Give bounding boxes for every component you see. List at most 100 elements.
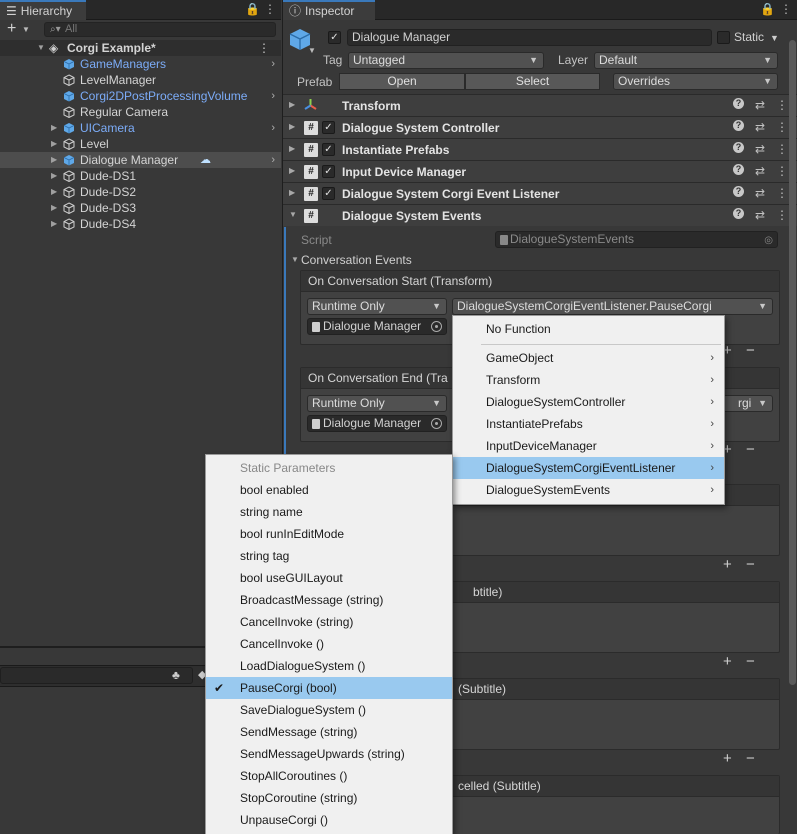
object-picker-icon[interactable] [431,418,442,429]
project-search-input[interactable] [0,667,193,684]
menu-item-corgi-event-listener[interactable]: DialogueSystemCorgiEventListener › [453,457,724,479]
menu-item-bool-runineditmode[interactable]: bool runInEditMode [206,523,452,545]
component-dialogue-system-events[interactable]: ▼ # Dialogue System Events ? ⇄ ⋮ [283,204,797,226]
menu-item-instantiateprefabs[interactable]: InstantiatePrefabs › [453,413,724,435]
menu-item-pausecorgi[interactable]: ✔ PauseCorgi (bool) [206,677,452,699]
hierarchy-item-level[interactable]: ▶ Level [0,136,281,152]
hierarchy-item-gamemanagers[interactable]: GameManagers › [0,56,281,72]
component-transform[interactable]: ▶ Transform ? ⇄ ⋮ [283,94,797,116]
expand-arrow-icon[interactable]: ▼ [37,40,45,56]
chevron-right-icon[interactable]: › [271,152,275,168]
kebab-menu-icon[interactable]: ⋮ [264,2,276,16]
collapse-arrow-icon[interactable]: ▶ [289,166,295,175]
hierarchy-item-dude-ds2[interactable]: ▶ Dude-DS2 [0,184,281,200]
help-icon[interactable]: ? [732,142,744,153]
component-enabled-checkbox[interactable]: ✓ [322,143,335,156]
component-instantiate-prefabs[interactable]: ▶ # ✓ Instantiate Prefabs ? ⇄ ⋮ [283,138,797,160]
hierarchy-item-dialogue-manager[interactable]: ▶ Dialogue Manager ☁ › [0,152,281,168]
object-picker-icon[interactable]: ◎ [764,233,773,247]
collapse-arrow-icon[interactable]: ▶ [289,100,295,109]
component-enabled-checkbox[interactable]: ✓ [322,165,335,178]
expand-arrow-icon[interactable]: ▼ [291,255,299,264]
icon-dropdown-caret-icon[interactable]: ▼ [308,46,316,55]
prefab-open-button[interactable]: Open [339,73,465,90]
menu-item-loaddialoguesystem[interactable]: LoadDialogueSystem () [206,655,452,677]
hierarchy-item-dude-ds4[interactable]: ▶ Dude-DS4 [0,216,281,232]
presets-icon[interactable]: ⇄ [755,142,765,156]
collapse-arrow-icon[interactable]: ▶ [51,200,57,216]
expand-arrow-icon[interactable]: ▼ [289,210,297,219]
remove-listener-button[interactable]: − [746,750,755,767]
inspector-tab[interactable]: ⓘ Inspector [283,0,375,20]
help-icon[interactable]: ? [732,98,744,109]
collapse-arrow-icon[interactable]: ▶ [51,136,57,152]
static-dropdown-caret-icon[interactable]: ▼ [770,33,779,43]
collapse-arrow-icon[interactable]: ▶ [289,188,295,197]
inspector-lock-icon[interactable]: 🔒 [760,2,775,16]
hierarchy-search-input[interactable]: ⌕▾ All [44,22,276,37]
target-object-field[interactable]: Dialogue Manager [307,415,447,432]
menu-item-broadcastmessage[interactable]: BroadcastMessage (string) [206,589,452,611]
chevron-right-icon[interactable]: › [271,120,275,136]
collapse-arrow-icon[interactable]: ▶ [51,184,57,200]
menu-item-dialoguesystemcontroller[interactable]: DialogueSystemController › [453,391,724,413]
collapse-arrow-icon[interactable]: ▶ [51,152,57,168]
menu-item-cancelinvoke[interactable]: CancelInvoke () [206,633,452,655]
add-listener-button[interactable]: + [723,750,732,767]
component-menu-icon[interactable]: ⋮ [776,186,788,200]
inspector-scrollbar-thumb[interactable] [789,40,796,685]
object-picker-icon[interactable] [431,321,442,332]
lock-icon[interactable]: 🔒 [245,2,260,16]
prefab-overrides-dropdown[interactable]: Overrides ▼ [613,73,778,90]
inspector-kebab-menu-icon[interactable]: ⋮ [780,2,792,16]
hierarchy-tab[interactable]: ☰ Hierarchy [0,0,86,20]
presets-icon[interactable]: ⇄ [755,208,765,222]
component-menu-icon[interactable]: ⋮ [776,120,788,134]
function-dropdown[interactable]: DialogueSystemCorgiEventListener.PauseCo… [452,298,773,315]
menu-item-string-tag[interactable]: string tag [206,545,452,567]
object-name-field[interactable]: Dialogue Manager [347,29,712,46]
menu-item-string-name[interactable]: string name [206,501,452,523]
component-menu-icon[interactable]: ⋮ [776,98,788,112]
collapse-arrow-icon[interactable]: ▶ [51,216,57,232]
presets-icon[interactable]: ⇄ [755,164,765,178]
scene-row[interactable]: ▼ ◈ Corgi Example* ⋮ [0,40,281,56]
hierarchy-item-dude-ds1[interactable]: ▶ Dude-DS1 [0,168,281,184]
help-icon[interactable]: ? [732,120,744,131]
collapse-arrow-icon[interactable]: ▶ [289,122,295,131]
component-menu-icon[interactable]: ⋮ [776,164,788,178]
presets-icon[interactable]: ⇄ [755,98,765,112]
component-input-device-manager[interactable]: ▶ # ✓ Input Device Manager ? ⇄ ⋮ [283,160,797,182]
menu-item-gameobject[interactable]: GameObject › [453,347,724,369]
runtime-mode-dropdown[interactable]: Runtime Only ▼ [307,298,447,315]
remove-listener-button[interactable]: − [746,556,755,573]
menu-item-transform[interactable]: Transform › [453,369,724,391]
add-listener-button[interactable]: + [723,556,732,573]
target-object-field[interactable]: Dialogue Manager [307,318,447,335]
layer-dropdown[interactable]: Default ▼ [594,52,778,69]
remove-listener-button[interactable]: − [746,653,755,670]
add-listener-button[interactable]: + [723,653,732,670]
help-icon[interactable]: ? [732,208,744,219]
hierarchy-item-dude-ds3[interactable]: ▶ Dude-DS3 [0,200,281,216]
component-menu-icon[interactable]: ⋮ [776,142,788,156]
chevron-right-icon[interactable]: › [271,88,275,104]
help-icon[interactable]: ? [732,164,744,175]
tag-dropdown[interactable]: Untagged ▼ [348,52,544,69]
menu-item-inputdevicemanager[interactable]: InputDeviceManager › [453,435,724,457]
filter-icon[interactable]: ♣ [172,668,180,682]
menu-item-unpausecorgi[interactable]: UnpauseCorgi () [206,809,452,831]
component-enabled-checkbox[interactable]: ✓ [322,121,335,134]
menu-item-bool-useguilayout[interactable]: bool useGUILayout [206,567,452,589]
presets-icon[interactable]: ⇄ [755,120,765,134]
collapse-arrow-icon[interactable]: ▶ [51,120,57,136]
runtime-mode-dropdown[interactable]: Runtime Only ▼ [307,395,447,412]
component-menu-icon[interactable]: ⋮ [776,208,788,222]
component-corgi-event-listener[interactable]: ▶ # ✓ Dialogue System Corgi Event Listen… [283,182,797,204]
chevron-right-icon[interactable]: › [271,56,275,72]
collapse-arrow-icon[interactable]: ▶ [289,144,295,153]
remove-listener-button[interactable]: − [746,441,755,458]
hierarchy-item-levelmanager[interactable]: LevelManager [0,72,281,88]
menu-item-cancelinvoke-string[interactable]: CancelInvoke (string) [206,611,452,633]
menu-item-sendmessage[interactable]: SendMessage (string) [206,721,452,743]
